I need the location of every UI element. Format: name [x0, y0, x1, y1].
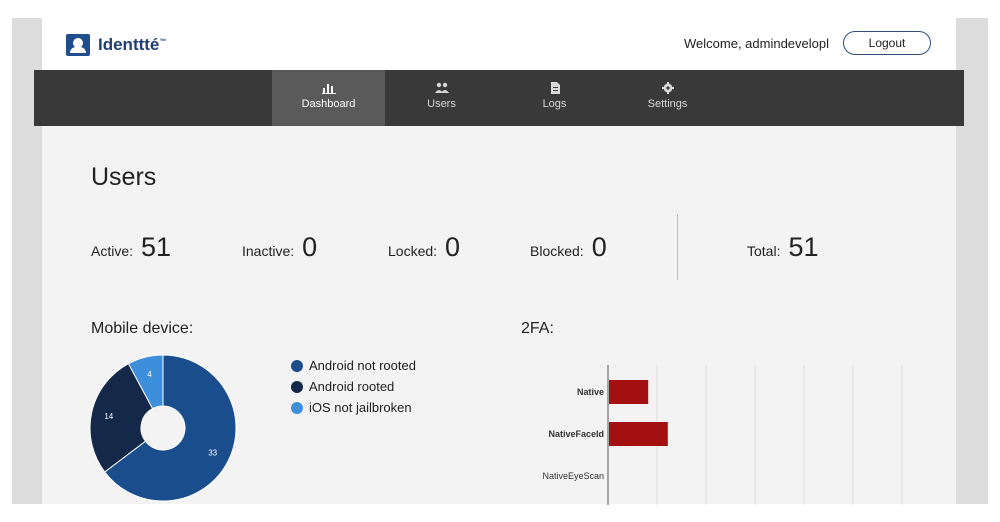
legend-label: Android not rooted	[309, 358, 416, 373]
logo-icon	[66, 34, 90, 56]
bar-chart-icon	[321, 84, 336, 94]
tab-logs-label: Logs	[542, 98, 567, 110]
welcome-text: Welcome, admindevelopl	[684, 36, 829, 51]
tab-users-label: Users	[427, 98, 456, 110]
stat-locked-value: 0	[445, 232, 461, 262]
stat-inactive-label: Inactive:	[242, 243, 295, 259]
legend-item[interactable]: Android not rooted	[291, 355, 416, 376]
stat-locked: Locked: 0	[388, 232, 460, 263]
mobile-device-legend: Android not rooted Android rooted iOS no…	[291, 355, 416, 418]
stat-locked-label: Locked:	[388, 243, 438, 259]
bar[interactable]	[609, 422, 668, 446]
tab-settings-label: Settings	[647, 98, 688, 110]
bar[interactable]	[609, 380, 649, 404]
stat-total-value: 51	[788, 232, 819, 262]
stat-inactive-value: 0	[302, 232, 318, 262]
users-section-title: Users	[91, 163, 157, 191]
mobile-device-donut-chart: 33 14 4	[89, 354, 237, 502]
tab-dashboard[interactable]: Dashboard	[272, 70, 385, 126]
document-icon	[550, 82, 560, 94]
legend-item[interactable]: Android rooted	[291, 376, 416, 397]
bar-category-label: NativeEyeScan	[542, 471, 604, 481]
tab-settings[interactable]: Settings	[611, 70, 724, 126]
legend-swatch	[291, 380, 303, 393]
bar-category-label: NativeFaceId	[548, 429, 604, 439]
bar-category-label: Native	[577, 387, 604, 397]
main-nav: Dashboard Users Logs Settings	[34, 70, 964, 126]
tab-users[interactable]: Users	[385, 70, 498, 126]
donut-data-label: 14	[104, 412, 113, 421]
stat-inactive: Inactive: 0	[242, 232, 317, 263]
gear-icon	[661, 82, 674, 94]
logout-button[interactable]: Logout	[843, 31, 931, 55]
stat-total: Total: 51	[747, 232, 819, 263]
donut-data-label: 33	[208, 449, 217, 458]
mobile-device-title: Mobile device:	[91, 320, 194, 337]
legend-swatch	[291, 401, 303, 414]
stat-active-label: Active:	[91, 243, 134, 259]
trademark-mark: ™	[159, 38, 167, 46]
donut-data-label: 4	[147, 370, 152, 379]
app-logo[interactable]: Identtté™	[66, 34, 166, 56]
users-icon	[434, 82, 449, 93]
twofa-bar-chart: Native NativeFaceId NativeEyeScan	[542, 365, 903, 505]
legend-swatch	[291, 359, 303, 372]
twofa-title: 2FA:	[521, 320, 554, 337]
stat-total-label: Total:	[747, 243, 781, 259]
tab-logs[interactable]: Logs	[498, 70, 611, 126]
tab-dashboard-label: Dashboard	[301, 98, 356, 110]
stats-divider	[677, 214, 678, 280]
stat-blocked-label: Blocked:	[530, 243, 584, 259]
legend-label: iOS not jailbroken	[309, 400, 412, 415]
stat-blocked-value: 0	[591, 232, 607, 262]
legend-label: Android rooted	[309, 379, 395, 394]
legend-item[interactable]: iOS not jailbroken	[291, 397, 416, 418]
stat-blocked: Blocked: 0	[530, 232, 607, 263]
app-name: Identtté™	[98, 35, 167, 54]
stat-active: Active: 51	[91, 232, 171, 263]
stat-active-value: 51	[141, 232, 172, 262]
